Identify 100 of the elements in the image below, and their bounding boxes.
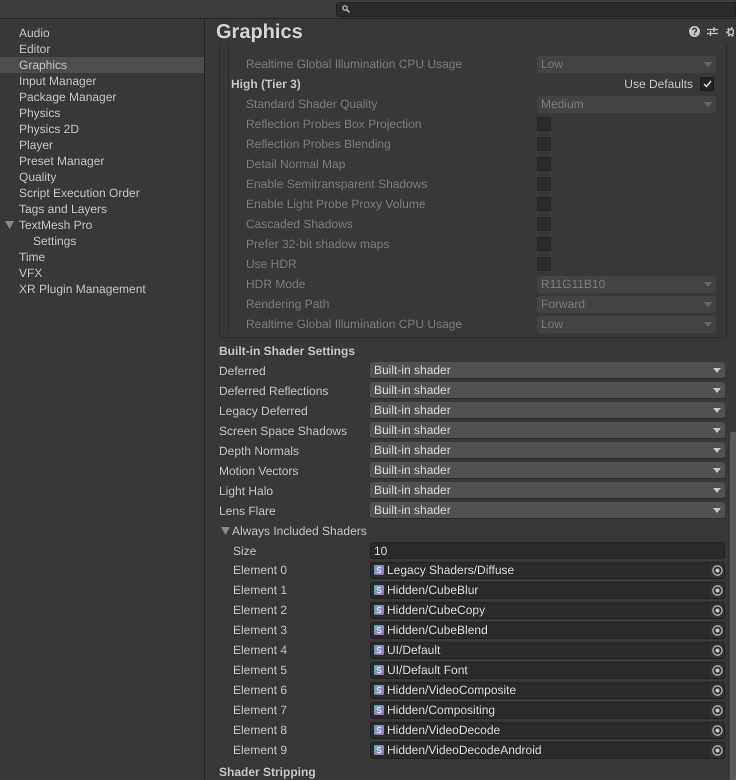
object-picker-icon	[712, 704, 722, 716]
object-field[interactable]: UI/Default Font	[370, 662, 725, 679]
field-label: Enable Light Probe Proxy Volume	[246, 196, 426, 213]
field-label: Realtime Global Illumination CPU Usage	[246, 316, 464, 333]
field-label: Standard Shader Quality	[246, 96, 378, 113]
sidebar-item[interactable]: Preset Manager	[0, 153, 204, 169]
search-icon	[342, 5, 350, 13]
field-value: Hidden/CubeBlend	[387, 622, 488, 640]
sidebar-item[interactable]: Audio	[0, 25, 204, 41]
shader-icon	[374, 565, 384, 576]
sidebar-item[interactable]: Settings	[0, 233, 204, 249]
field-label: Element 5	[232, 662, 288, 680]
sidebar-item[interactable]: VFX	[0, 265, 204, 281]
field-value: Hidden/CubeCopy	[387, 602, 486, 620]
object-field[interactable]: Legacy Shaders/Diffuse	[370, 562, 725, 579]
dropdown[interactable]: Built-in shader	[370, 362, 725, 380]
expand-triangle-icon	[5, 221, 14, 229]
shader-icon	[374, 665, 384, 676]
field-label: Prefer 32-bit shadow maps	[246, 236, 390, 253]
section-heading: Shader Stripping	[219, 764, 316, 780]
dropdown[interactable]: Built-in shader	[370, 482, 725, 500]
field-value: Hidden/CubeBlur	[387, 582, 478, 600]
field-label: Deferred Reflections	[219, 382, 330, 400]
field-label: Enable Semitransparent Shadows	[246, 176, 428, 193]
object-field[interactable]: Hidden/CubeCopy	[370, 602, 725, 619]
caret-icon	[713, 468, 721, 473]
sliders-icon[interactable]	[707, 26, 718, 37]
field-label: Deferred	[219, 362, 267, 380]
sidebar-item[interactable]: Quality	[0, 169, 204, 185]
scrollbar-thumb[interactable]	[730, 432, 736, 780]
sidebar-item[interactable]: Physics 2D	[0, 121, 204, 137]
object-field[interactable]: Hidden/VideoDecodeAndroid	[370, 742, 725, 759]
shader-icon	[374, 605, 384, 616]
sidebar-item[interactable]: Tags and Layers	[0, 201, 204, 217]
field-label: Size	[232, 542, 258, 560]
shader-icon	[374, 585, 384, 596]
foldout-label[interactable]: Always Included Shaders	[232, 522, 367, 540]
object-field[interactable]: Hidden/CubeBlend	[370, 622, 725, 639]
field-label: Light Halo	[219, 482, 274, 500]
object-picker-icon	[712, 724, 722, 736]
sidebar-item[interactable]: Graphics	[0, 57, 204, 73]
sidebar-item[interactable]: Player	[0, 137, 204, 153]
sidebar-item[interactable]: Package Manager	[0, 89, 204, 105]
dropdown[interactable]: Built-in shader	[370, 382, 725, 400]
object-field[interactable]: Hidden/VideoDecode	[370, 722, 725, 739]
number-field[interactable]: 10	[370, 542, 725, 559]
object-picker-icon	[712, 584, 722, 596]
field-label: Motion Vectors	[219, 462, 300, 480]
field-label: Screen Space Shadows	[219, 422, 348, 440]
field-label: HDR Mode	[246, 276, 306, 293]
field-label: Element 4	[232, 642, 288, 660]
field-label: Element 3	[232, 622, 288, 640]
field-label: Use Defaults	[624, 76, 693, 93]
field-label: Element 9	[232, 742, 288, 760]
help-icon[interactable]	[689, 26, 700, 37]
shader-icon	[374, 625, 384, 636]
field-label: Rendering Path	[246, 296, 330, 313]
gear-icon[interactable]	[725, 26, 734, 38]
field-label: Use HDR	[246, 256, 298, 273]
field-value: Hidden/Compositing	[387, 702, 496, 720]
object-picker-icon	[712, 664, 722, 676]
dropdown[interactable]: Built-in shader	[370, 442, 725, 460]
object-field[interactable]: Hidden/Compositing	[370, 702, 725, 719]
sidebar-item[interactable]: Editor	[0, 41, 204, 57]
sidebar-item[interactable]: Time	[0, 249, 204, 265]
object-picker-icon	[712, 644, 722, 656]
dropdown[interactable]: Built-in shader	[370, 422, 725, 440]
field-label: Element 2	[232, 602, 288, 620]
object-picker-icon	[712, 744, 722, 756]
field-label: Reflection Probes Blending	[246, 136, 392, 153]
sidebar-item[interactable]: Script Execution Order	[0, 185, 204, 201]
field-label: Lens Flare	[219, 502, 277, 520]
object-field[interactable]: Hidden/CubeBlur	[370, 582, 725, 599]
shader-icon	[374, 745, 384, 756]
field-label: Cascaded Shadows	[246, 216, 354, 233]
caret-icon	[704, 322, 712, 326]
object-field[interactable]: Hidden/VideoComposite	[370, 682, 725, 699]
sidebar-item[interactable]: Physics	[0, 105, 204, 121]
field-label: Element 0	[232, 562, 288, 580]
shader-icon	[374, 645, 384, 656]
caret-icon	[704, 302, 712, 306]
field-label: Reflection Probes Box Projection	[246, 116, 422, 133]
field-value: Hidden/VideoDecode	[387, 722, 500, 740]
sidebar-item[interactable]: XR Plugin Management	[0, 281, 204, 297]
object-field[interactable]: UI/Default	[370, 642, 725, 659]
sidebar-item[interactable]: TextMesh Pro	[0, 217, 204, 233]
caret-icon	[713, 388, 721, 393]
sidebar-item[interactable]: Input Manager	[0, 73, 204, 89]
shader-icon	[374, 685, 384, 696]
expand-triangle-icon	[221, 526, 230, 535]
field-label: Realtime Global Illumination CPU Usage	[246, 56, 464, 73]
dropdown[interactable]: Built-in shader	[370, 502, 725, 520]
field-label: Element 8	[232, 722, 288, 740]
search-field[interactable]	[336, 2, 736, 16]
dropdown[interactable]: Built-in shader	[370, 402, 725, 420]
checkmark-icon	[702, 80, 712, 88]
caret-icon	[713, 508, 721, 513]
object-picker-icon	[712, 684, 722, 696]
field-value: Hidden/VideoComposite	[387, 682, 516, 700]
dropdown[interactable]: Built-in shader	[370, 462, 725, 480]
